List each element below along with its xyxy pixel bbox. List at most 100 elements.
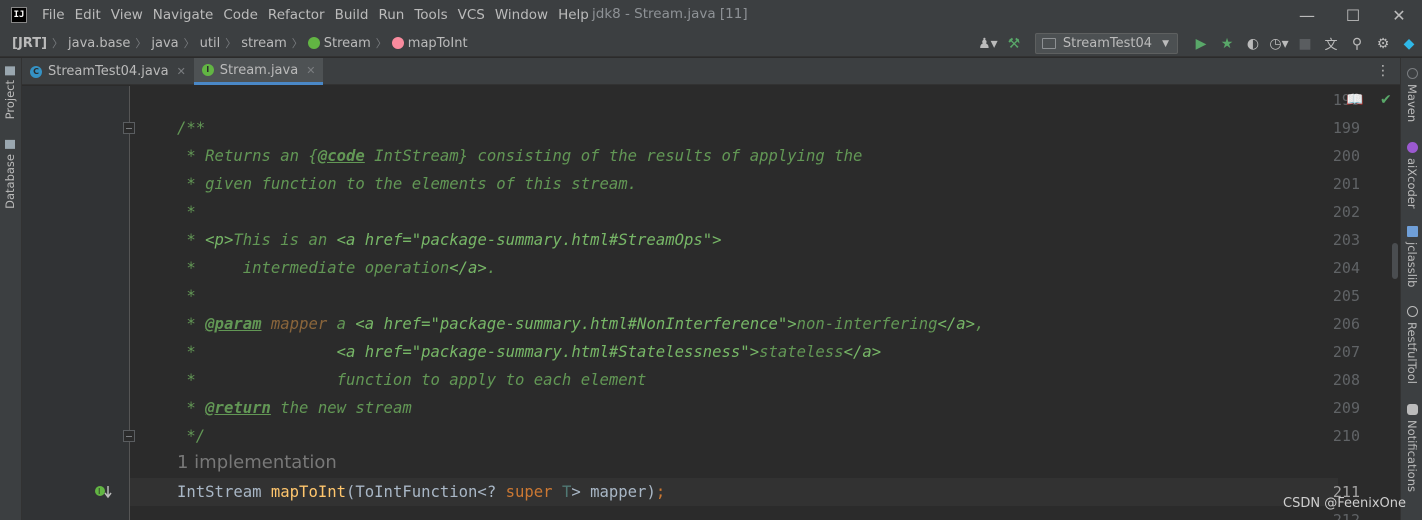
fold-marker-icon[interactable] [123,122,135,134]
code-token: . [486,259,497,277]
breadcrumb-stream-interface[interactable]: Stream [307,35,371,51]
plugin-logo-icon[interactable]: ◆ [1396,31,1422,57]
close-tab-icon[interactable]: ✕ [177,65,186,78]
menu-file[interactable]: File [37,7,70,23]
maven-tool-tab[interactable]: Maven [1405,68,1419,122]
code-line-211: IntStream mapToInt(ToIntFunction<? super… [177,478,665,506]
tab-streamtest04[interactable]: C StreamTest04.java ✕ [22,58,194,85]
build-hammer-icon[interactable]: ⚒ [1001,31,1027,57]
fold-marker-icon[interactable] [123,430,135,442]
debug-icon[interactable]: ★ [1214,31,1240,57]
menu-run[interactable]: Run [373,7,409,23]
database-tool-tab[interactable]: Database [3,140,17,209]
close-window-button[interactable]: ✕ [1376,0,1422,30]
code-token: </a> [937,315,976,333]
code-token: * [177,399,206,417]
maximize-button[interactable]: ☐ [1330,0,1376,30]
code-line-208: * function to apply to each element [177,371,647,389]
code-token: IntStream} consisting of the results of … [364,147,863,165]
profile-icon[interactable]: ◷▾ [1266,31,1292,57]
code-token: </a> [843,343,882,361]
editor-gutter [22,86,130,520]
code-line-210: */ [177,427,206,445]
translate-icon[interactable]: 文 [1318,31,1344,57]
minimize-button[interactable]: — [1284,0,1330,30]
close-tab-icon[interactable]: ✕ [306,64,315,77]
settings-gear-icon[interactable]: ⚙ [1370,31,1396,57]
search-icon[interactable]: ⚲ [1344,31,1370,57]
maven-label: Maven [1405,84,1419,123]
code-line-200: * Returns an {@code IntStream} consistin… [177,142,862,170]
reader-mode-book-icon[interactable]: 📖 [1346,92,1363,108]
breadcrumb-jrt[interactable]: [JRT] [12,36,47,51]
code-token: , [975,315,985,333]
more-vertical-icon[interactable]: ⋮ [1376,63,1390,79]
menu-code[interactable]: Code [218,7,263,23]
menu-tools[interactable]: Tools [409,7,452,23]
menu-help[interactable]: Help [553,7,594,23]
menu-view[interactable]: View [106,7,148,23]
breadcrumb-label: mapToInt [407,35,468,51]
code-token: @code [317,147,365,165]
no-problems-check-icon[interactable]: ✔ [1380,92,1392,108]
stop-icon[interactable]: ■ [1292,31,1318,57]
intellij-logo-icon: IJ [11,7,27,23]
menu-navigate[interactable]: Navigate [148,7,219,23]
breadcrumb-method[interactable]: mapToInt [391,35,468,51]
run-config-label: StreamTest04 [1062,36,1153,51]
user-icon[interactable]: ♟▾ [975,31,1001,57]
svg-text:I: I [98,487,100,496]
line-number: 207 [1332,343,1360,361]
run-icon[interactable]: ▶ [1188,31,1214,57]
code-token: a [327,315,356,333]
editor-inspection-widgets: 📖 ✔ [1338,86,1400,114]
code-line-209: * @return the new stream [177,394,411,422]
code-token: * intermediate operation [177,259,450,277]
notifications-tool-tab[interactable]: Notifications [1405,404,1419,492]
interface-icon: I [201,64,214,76]
code-editor[interactable]: 198 199 200 201 202 203 204 205 206 207 … [22,86,1400,520]
line-number: 203 [1332,231,1360,249]
breadcrumb-java-base[interactable]: java.base [68,36,130,51]
main-menu: File Edit View Navigate Code Refactor Bu… [37,7,594,23]
coverage-icon[interactable]: ◐ [1240,31,1266,57]
tab-stream[interactable]: I Stream.java ✕ [193,58,324,85]
code-token: super [505,483,553,501]
breadcrumb-label: Stream [323,35,371,51]
menu-refactor[interactable]: Refactor [263,7,330,23]
line-number: 209 [1332,399,1360,417]
code-line-206: * @param mapper a <a href="package-summa… [177,310,984,338]
menu-vcs[interactable]: VCS [453,7,490,23]
code-token: @return [205,399,271,417]
breadcrumb-separator-icon: 〉 [135,37,147,50]
restfultool-tool-tab[interactable]: RestfulTool [1405,306,1419,384]
breadcrumb-stream-package[interactable]: stream [241,36,287,51]
implementations-hint[interactable]: 1 implementation [177,449,337,477]
tab-label: Stream.java [219,62,299,78]
folder-icon [5,66,15,75]
menu-edit[interactable]: Edit [70,7,106,23]
vertical-scrollbar[interactable] [1392,243,1398,279]
code-token: * Returns an { [177,147,318,165]
jclasslib-tool-tab[interactable]: jclasslib [1405,226,1419,287]
menu-window[interactable]: Window [490,7,553,23]
implemented-by-icon[interactable]: I [94,484,114,500]
code-token: <a href="package-summary.html#NonInterfe… [355,315,797,333]
breadcrumb-util[interactable]: util [200,36,221,51]
title-bar: IJ File Edit View Navigate Code Refactor… [0,0,1422,30]
toolbar: ♟▾ ⚒ StreamTest04 ▼ ▶ ★ ◐ ◷▾ ■ 文 ⚲ ⚙ ◆ [975,30,1422,57]
project-tool-tab[interactable]: Project [3,66,17,119]
breadcrumb-java[interactable]: java [151,36,178,51]
menu-build[interactable]: Build [330,7,374,23]
notifications-label: Notifications [1405,420,1419,492]
run-configuration-select[interactable]: StreamTest04 ▼ [1034,33,1178,54]
interface-icon [307,37,320,49]
aixcoder-tool-tab[interactable]: aiXcoder [1405,142,1419,209]
code-token: <a href="package-summary.html#StreamOps"… [336,231,722,249]
aixcoder-icon [1406,142,1418,153]
breadcrumb: [JRT] 〉 java.base 〉 java 〉 util 〉 stream… [0,35,468,51]
restful-globe-icon [1406,306,1418,317]
code-token: @param [205,315,262,333]
code-token: * [177,231,206,249]
class-icon: C [30,65,42,78]
